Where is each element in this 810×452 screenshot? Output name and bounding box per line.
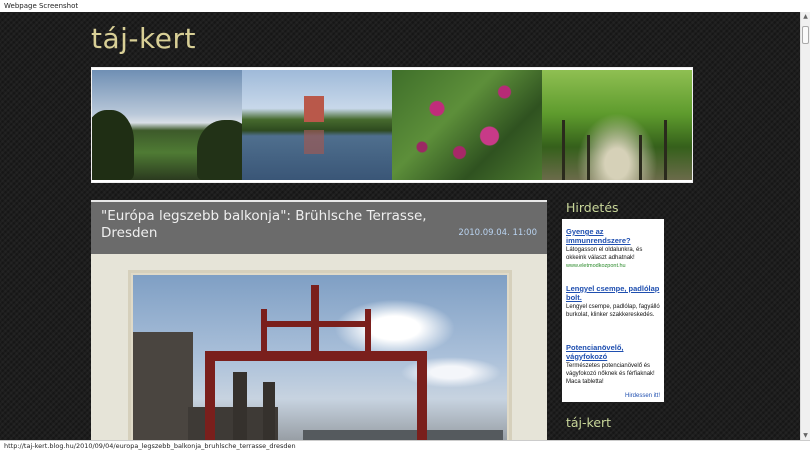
- ad-text: Lengyel csempe, padlólap, fagyálló burko…: [566, 304, 660, 318]
- ad-url[interactable]: www.eletmodkozpont.hu: [566, 262, 662, 270]
- post-photo[interactable]: [128, 270, 512, 440]
- post-date: 2010.09.04. 11:00: [458, 228, 537, 238]
- scroll-thumb[interactable]: [802, 26, 809, 44]
- banner-image-lake: [242, 70, 392, 180]
- steel-frame-right: [417, 351, 427, 440]
- ad-text: Természetes potencianövelő és vágyfokozó…: [566, 363, 655, 385]
- ad-item[interactable]: Lengyel csempe, padlólap bolt. Lengyel c…: [566, 284, 662, 319]
- vertical-scrollbar[interactable]: ▲ ▼: [800, 12, 810, 440]
- blog-heading: táj-kert: [566, 415, 612, 430]
- advertise-here-link[interactable]: Hirdessen itt!: [625, 393, 660, 399]
- site-title[interactable]: táj-kert: [91, 22, 196, 55]
- blog-post: "Európa legszebb balkonja": Brühlsche Te…: [91, 200, 547, 440]
- ads-heading: Hirdetés: [566, 200, 619, 215]
- ads-box: Gyenge az immunrendszere? Látogasson el …: [562, 219, 664, 402]
- scroll-up-arrow-icon[interactable]: ▲: [801, 12, 810, 21]
- ad-title[interactable]: Potencianövelő, vágyfokozó: [566, 343, 662, 361]
- post-title[interactable]: "Európa legszebb balkonja": Brühlsche Te…: [101, 208, 441, 242]
- steel-frame-left: [205, 351, 215, 440]
- page-viewport: táj-kert "Európa legszebb balkonja": Brü…: [0, 12, 800, 440]
- steel-frame-post-left: [261, 309, 267, 354]
- ad-title[interactable]: Lengyel csempe, padlólap bolt.: [566, 284, 662, 302]
- ad-text: Látogasson el oldalunkra, és okkeink vál…: [566, 247, 643, 261]
- post-header: "Európa legszebb balkonja": Brühlsche Te…: [91, 200, 547, 254]
- photo-sky: [133, 275, 507, 440]
- status-bar-url: http://taj-kert.blog.hu/2010/09/04/europ…: [0, 440, 810, 452]
- header-banner: [91, 67, 693, 183]
- ad-title[interactable]: Gyenge az immunrendszere?: [566, 227, 662, 245]
- steel-frame-crossbar: [261, 321, 371, 327]
- banner-image-park: [92, 70, 242, 180]
- ad-item[interactable]: Potencianövelő, vágyfokozó Természetes p…: [566, 343, 662, 386]
- window-title: Webpage Screenshot: [0, 0, 810, 12]
- scroll-down-arrow-icon[interactable]: ▼: [801, 431, 810, 440]
- steel-frame-post-right: [365, 309, 371, 354]
- banner-image-flowers: [392, 70, 542, 180]
- banner-image-alley: [542, 70, 692, 180]
- steel-frame-mast: [311, 285, 319, 355]
- ad-item[interactable]: Gyenge az immunrendszere? Látogasson el …: [566, 227, 662, 270]
